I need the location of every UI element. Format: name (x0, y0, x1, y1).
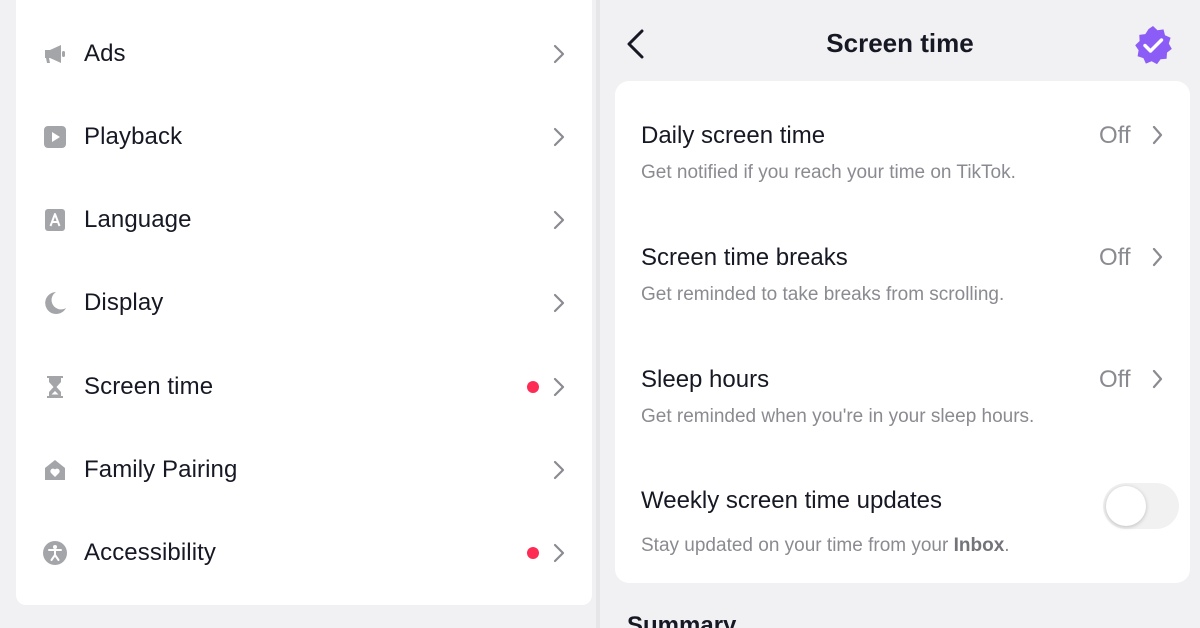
setting-description: Get notified if you reach your time on T… (641, 162, 1016, 183)
summary-heading: Summary (627, 612, 737, 628)
menu-item-playback[interactable]: Playback (16, 107, 592, 167)
menu-item-label: Accessibility (84, 539, 216, 566)
notification-dot (527, 547, 539, 559)
description-suffix: . (1004, 535, 1010, 556)
setting-description: Get reminded when you're in your sleep h… (641, 406, 1035, 427)
menu-item-label: Display (84, 289, 164, 316)
setting-screen-time-breaks[interactable]: Screen time breaks Get reminded to take … (615, 244, 1190, 344)
megaphone-icon (42, 41, 68, 67)
chevron-right-icon (552, 459, 566, 481)
screen-time-header: Screen time (600, 0, 1200, 80)
inbox-link[interactable]: Inbox (954, 535, 1005, 556)
chevron-right-icon (552, 43, 566, 65)
chevron-right-icon (552, 542, 566, 564)
language-icon (42, 207, 68, 233)
setting-title: Screen time breaks (641, 244, 848, 271)
chevron-right-icon (552, 209, 566, 231)
chevron-right-icon (1151, 368, 1164, 390)
menu-item-label: Language (84, 206, 192, 233)
app-screen: Ads Playback Language Display Screen tim… (0, 0, 1200, 628)
menu-item-label: Family Pairing (84, 456, 238, 483)
chevron-right-icon (1151, 124, 1164, 146)
accessibility-icon (42, 540, 68, 566)
hourglass-icon (42, 374, 68, 400)
home-heart-icon (42, 457, 68, 483)
chevron-right-icon (552, 376, 566, 398)
menu-item-language[interactable]: Language (16, 190, 592, 250)
weekly-updates-toggle[interactable] (1103, 483, 1179, 529)
description-text: Stay updated on your time from your (641, 535, 954, 556)
setting-value: Off (1099, 122, 1131, 149)
menu-item-accessibility[interactable]: Accessibility (16, 523, 592, 583)
screen-time-settings-card: Daily screen time Get notified if you re… (615, 81, 1190, 583)
setting-value: Off (1099, 366, 1131, 393)
menu-item-screen-time[interactable]: Screen time (16, 357, 592, 417)
menu-item-label: Ads (84, 40, 126, 67)
settings-menu-panel: Ads Playback Language Display Screen tim… (16, 0, 592, 605)
setting-value: Off (1099, 244, 1131, 271)
menu-item-ads[interactable]: Ads (16, 24, 592, 84)
notification-dot (527, 381, 539, 393)
setting-title: Sleep hours (641, 366, 770, 393)
chevron-right-icon (1151, 246, 1164, 268)
chevron-right-icon (552, 126, 566, 148)
setting-title: Daily screen time (641, 122, 826, 149)
chevron-right-icon (552, 292, 566, 314)
setting-sleep-hours[interactable]: Sleep hours Get reminded when you're in … (615, 366, 1190, 466)
setting-description: Stay updated on your time from your Inbo… (641, 535, 1010, 557)
menu-item-label: Playback (84, 123, 183, 150)
setting-weekly-updates: Weekly screen time updates Stay updated … (615, 483, 1190, 587)
menu-item-display[interactable]: Display (16, 273, 592, 333)
moon-icon (42, 290, 68, 316)
verified-badge-icon (1132, 24, 1174, 66)
setting-title: Weekly screen time updates (641, 487, 943, 514)
setting-daily-screen-time[interactable]: Daily screen time Get notified if you re… (615, 122, 1190, 222)
menu-item-family-pairing[interactable]: Family Pairing (16, 440, 592, 500)
menu-item-label: Screen time (84, 373, 214, 400)
toggle-knob (1106, 486, 1146, 526)
page-title: Screen time (826, 28, 974, 58)
setting-description: Get reminded to take breaks from scrolli… (641, 284, 1005, 305)
play-icon (42, 124, 68, 150)
screen-time-panel: Screen time Daily screen time Get notifi… (600, 0, 1200, 628)
